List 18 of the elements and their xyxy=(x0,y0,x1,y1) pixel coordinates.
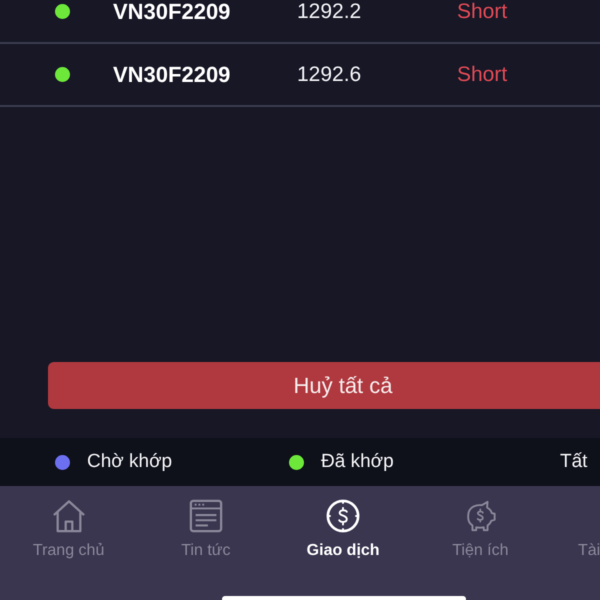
nav-tab[interactable]: Tài xyxy=(549,486,600,600)
order-price: 1292.2 xyxy=(297,0,362,24)
legend-label: Chờ khớp xyxy=(87,451,172,473)
nav-tab[interactable]: Giao dịch xyxy=(274,486,412,600)
home-icon xyxy=(52,499,86,533)
legend-label: Tất xyxy=(560,451,588,473)
order-side: Short xyxy=(457,62,508,86)
legend-label: Đã khớp xyxy=(321,451,394,473)
nav-tab[interactable]: Tin tức xyxy=(137,486,274,600)
order-side: Short xyxy=(457,0,508,24)
order-symbol: VN30F2209 xyxy=(113,62,232,88)
order-price: 1292.6 xyxy=(297,62,362,86)
nav-tab[interactable]: Tiện ích xyxy=(412,486,549,600)
newspaper-window-icon xyxy=(188,499,223,533)
cancel-all-button[interactable]: Huỷ tất cả xyxy=(48,362,600,409)
order-symbol: VN30F2209 xyxy=(113,0,232,24)
dollar-coin-icon xyxy=(326,499,360,533)
nav-tab[interactable]: Trang chủ xyxy=(0,486,138,600)
